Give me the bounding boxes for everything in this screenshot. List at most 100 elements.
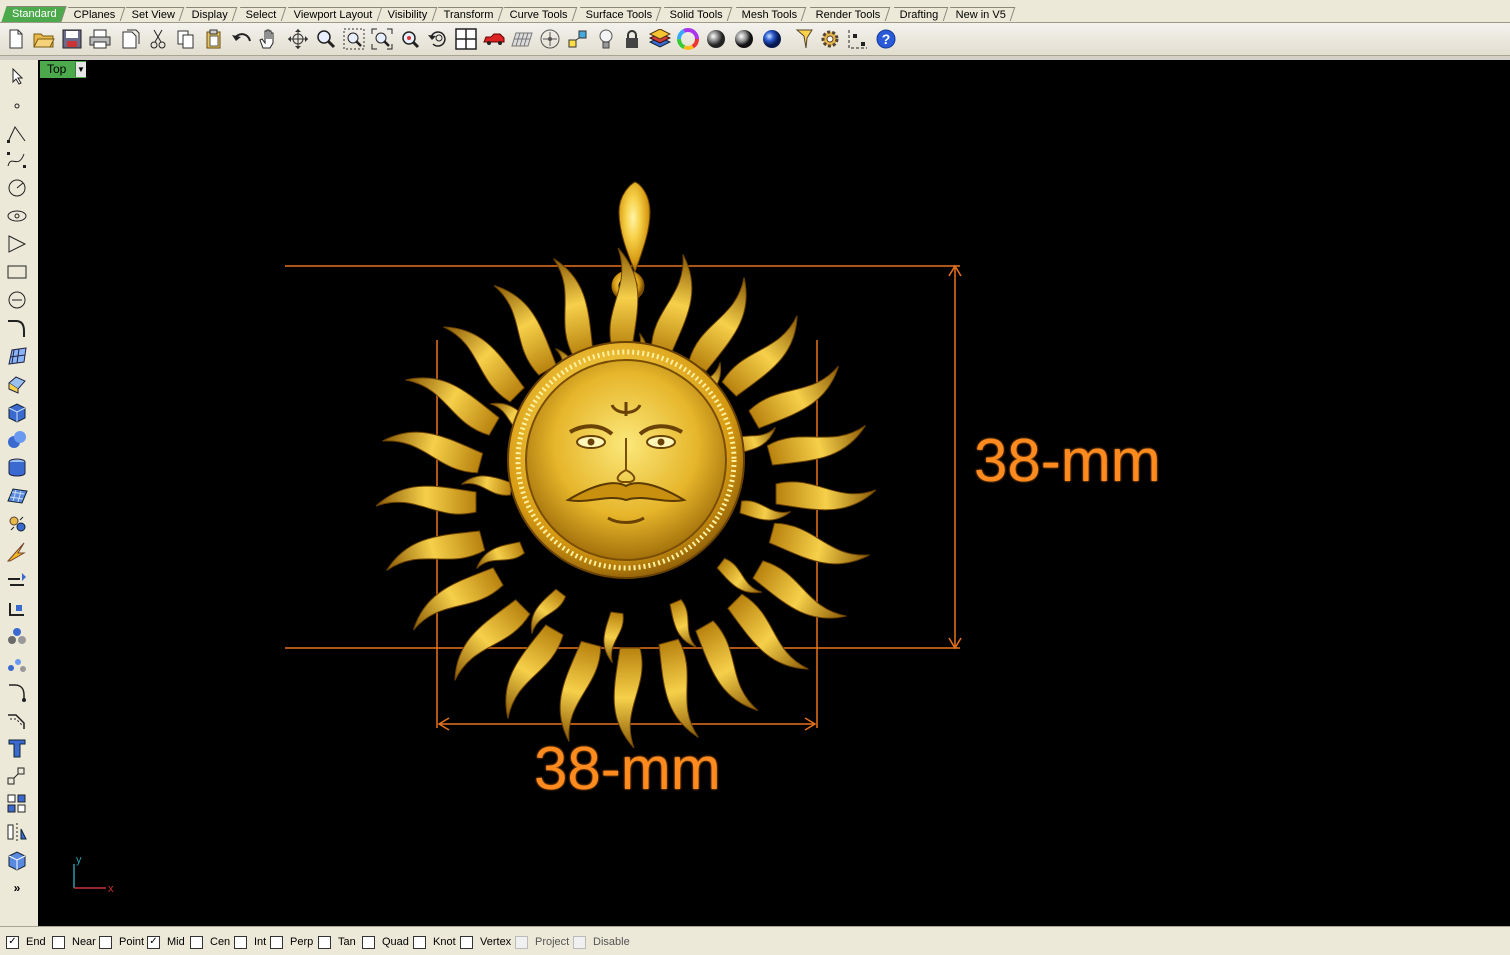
- open-folder-icon[interactable]: [32, 27, 56, 51]
- tab-cplanes[interactable]: CPlanes: [63, 7, 125, 21]
- tab-mesh-tools[interactable]: Mesh Tools: [731, 7, 807, 21]
- tab-surface-tools[interactable]: Surface Tools: [575, 7, 662, 21]
- tab-curve-tools[interactable]: Curve Tools: [499, 7, 578, 21]
- explode-icon[interactable]: [5, 512, 29, 536]
- checkbox[interactable]: [413, 935, 426, 949]
- checkbox[interactable]: [270, 935, 283, 949]
- help-icon[interactable]: ?: [874, 27, 898, 51]
- more-icon[interactable]: »: [5, 876, 29, 900]
- checkbox[interactable]: [318, 935, 331, 949]
- zoom-window-icon[interactable]: [342, 27, 366, 51]
- cylinder-icon[interactable]: [5, 456, 29, 480]
- rendered-sphere-icon[interactable]: [732, 27, 756, 51]
- polyline-icon[interactable]: [5, 122, 29, 146]
- car-render-icon[interactable]: [482, 27, 506, 51]
- top-viewport[interactable]: Top ▼ y x 38-mm 38-mm: [38, 60, 1510, 926]
- flash-icon[interactable]: [5, 540, 29, 564]
- rectangle-icon[interactable]: [5, 260, 29, 284]
- checkbox[interactable]: [99, 935, 112, 949]
- gear-settings-icon[interactable]: [818, 27, 842, 51]
- checkbox[interactable]: [460, 935, 473, 949]
- offset-curve-icon[interactable]: [5, 316, 29, 340]
- scale-icon[interactable]: [5, 764, 29, 788]
- fillet-icon[interactable]: [5, 680, 29, 704]
- chamfer-icon[interactable]: [5, 708, 29, 732]
- color-wheel-icon[interactable]: [676, 27, 700, 51]
- checkbox[interactable]: [234, 935, 247, 949]
- mesh-surface-icon[interactable]: [5, 484, 29, 508]
- checkbox[interactable]: [515, 935, 528, 949]
- grid-plane-icon[interactable]: [510, 27, 534, 51]
- tab-solid-tools[interactable]: Solid Tools: [659, 7, 733, 21]
- surface-icon[interactable]: [5, 344, 29, 368]
- zoom-selected-icon[interactable]: [398, 27, 422, 51]
- trim-icon[interactable]: [5, 568, 29, 592]
- osnap-perp[interactable]: Perp: [270, 935, 313, 949]
- osnap-vertex[interactable]: Vertex: [460, 935, 511, 949]
- undo-view-icon[interactable]: [426, 27, 450, 51]
- extrude-icon[interactable]: [5, 372, 29, 396]
- copy-icon[interactable]: [174, 27, 198, 51]
- checkbox[interactable]: ✓: [147, 935, 160, 949]
- tab-select[interactable]: Select: [235, 7, 286, 21]
- tab-set-view[interactable]: Set View: [121, 7, 185, 21]
- four-viewports-icon[interactable]: [454, 27, 478, 51]
- checkbox[interactable]: [362, 935, 375, 949]
- tab-render-tools[interactable]: Render Tools: [805, 7, 890, 21]
- tab-viewport-layout[interactable]: Viewport Layout: [283, 7, 382, 21]
- import-icon[interactable]: [118, 27, 142, 51]
- cplane-icon[interactable]: [538, 27, 562, 51]
- circle-icon[interactable]: [5, 176, 29, 200]
- new-file-icon[interactable]: [4, 27, 28, 51]
- osnap-near[interactable]: Near: [52, 935, 96, 949]
- text-icon[interactable]: [5, 736, 29, 760]
- checkbox[interactable]: ✓: [6, 935, 19, 949]
- tab-visibility[interactable]: Visibility: [377, 7, 437, 21]
- curve-icon[interactable]: [5, 148, 29, 172]
- box-solid-icon[interactable]: [5, 400, 29, 424]
- ellipse-icon[interactable]: [5, 204, 29, 228]
- sun-pendant-model[interactable]: [375, 181, 877, 749]
- array-icon[interactable]: [5, 624, 29, 648]
- tab-transform[interactable]: Transform: [433, 7, 503, 21]
- osnap-knot[interactable]: Knot: [413, 935, 456, 949]
- osnap-project[interactable]: Project: [515, 935, 569, 949]
- undo-icon[interactable]: [230, 27, 254, 51]
- tab-display[interactable]: Display: [181, 7, 238, 21]
- osnap-quad[interactable]: Quad: [362, 935, 409, 949]
- cut-icon[interactable]: [146, 27, 170, 51]
- scatter-icon[interactable]: [5, 652, 29, 676]
- lock-icon[interactable]: [620, 27, 644, 51]
- osnap-mid[interactable]: ✓ Mid: [147, 935, 185, 949]
- pan-hand-icon[interactable]: [256, 27, 280, 51]
- zoom-icon[interactable]: [314, 27, 338, 51]
- group-icon[interactable]: [5, 792, 29, 816]
- tab-new-in-v5[interactable]: New in V5: [945, 7, 1016, 21]
- osnap-point[interactable]: Point: [99, 935, 144, 949]
- print-icon[interactable]: [88, 27, 112, 51]
- checkbox[interactable]: [573, 935, 586, 949]
- dimension-icon[interactable]: [846, 27, 870, 51]
- osnap-cen[interactable]: Cen: [190, 935, 230, 949]
- light-bulb-icon[interactable]: [594, 27, 618, 51]
- checkbox[interactable]: [52, 935, 65, 949]
- polygon-icon[interactable]: [5, 232, 29, 256]
- osnap-end[interactable]: ✓ End: [6, 935, 46, 949]
- osnap-disable[interactable]: Disable: [573, 935, 630, 949]
- layer-icon[interactable]: [648, 27, 672, 51]
- zoom-extents-icon[interactable]: [370, 27, 394, 51]
- checkbox[interactable]: [190, 935, 203, 949]
- render-sphere-blue-icon[interactable]: [760, 27, 784, 51]
- osnap-icon[interactable]: [566, 27, 590, 51]
- mirror-icon[interactable]: [5, 820, 29, 844]
- arc-icon[interactable]: [5, 288, 29, 312]
- save-icon[interactable]: [60, 27, 84, 51]
- osnap-tan[interactable]: Tan: [318, 935, 356, 949]
- shaded-sphere-icon[interactable]: [704, 27, 728, 51]
- rotate-view-icon[interactable]: [286, 27, 310, 51]
- filter-icon[interactable]: [792, 27, 816, 51]
- boolean-icon[interactable]: [5, 428, 29, 452]
- osnap-int[interactable]: Int: [234, 935, 266, 949]
- join-icon[interactable]: [5, 596, 29, 620]
- tab-drafting[interactable]: Drafting: [889, 7, 948, 21]
